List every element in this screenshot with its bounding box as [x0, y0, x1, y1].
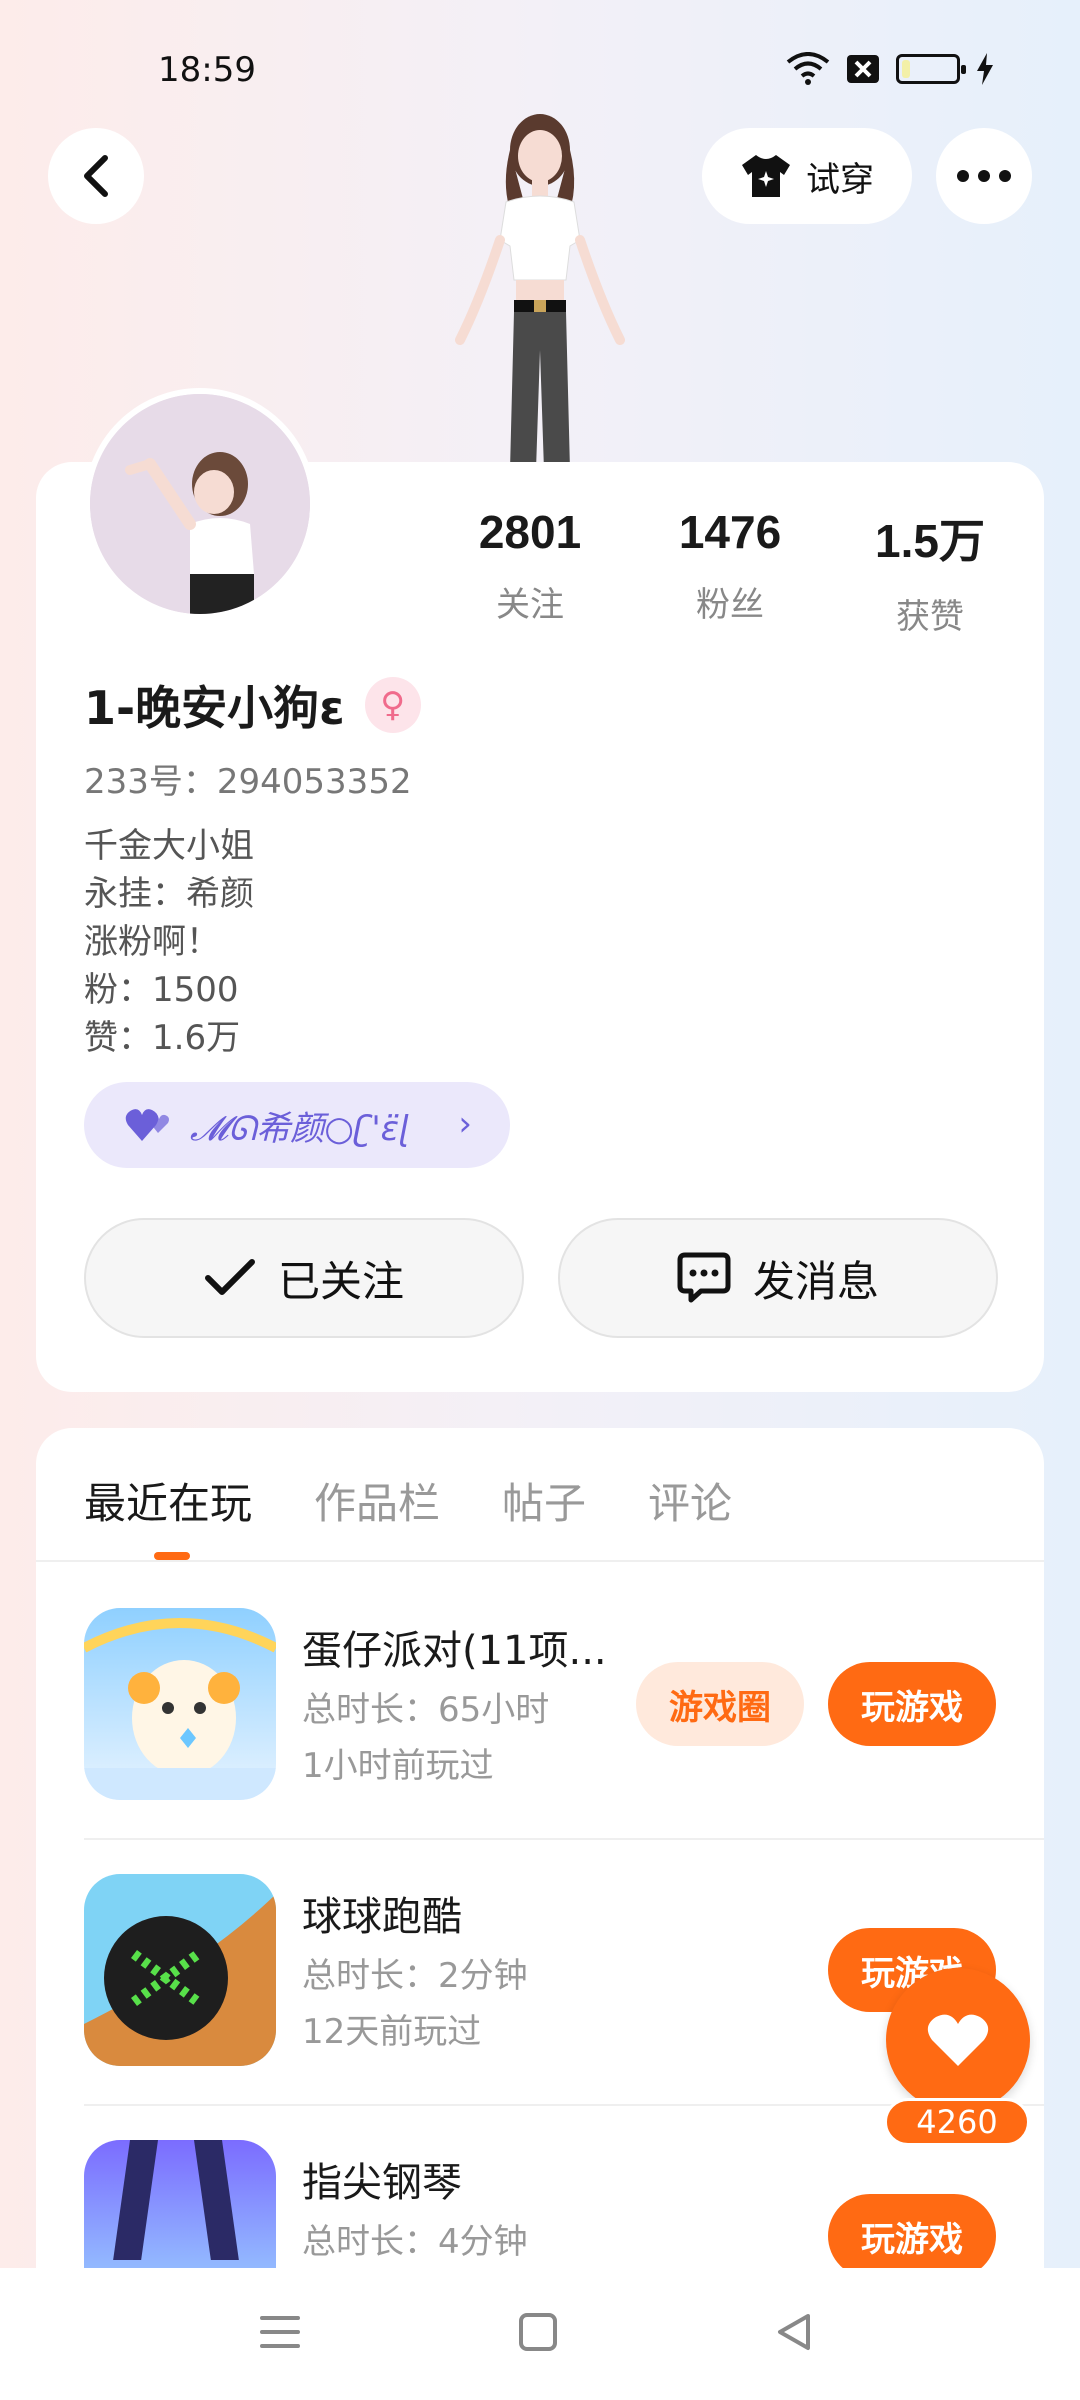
game-title: 球球跑酷 — [302, 1894, 462, 1940]
row-divider — [84, 1838, 1044, 1840]
tab-posts[interactable]: 帖子 — [502, 1470, 586, 1531]
status-time: 18:59 — [158, 50, 256, 90]
heart-pair-icon — [125, 1109, 169, 1141]
try-on-label: 试穿 — [806, 159, 874, 200]
battery-icon — [896, 54, 966, 84]
stat-label: 粉丝 — [696, 585, 764, 625]
chevron-right-icon: › — [458, 1104, 472, 1144]
status-icons — [786, 52, 994, 86]
follow-button-label: 已关注 — [277, 1256, 404, 1306]
home-square-icon[interactable] — [518, 2312, 558, 2352]
bio-line: 千金大小姐 — [84, 826, 254, 866]
game-duration: 总时长：65小时 — [302, 1690, 550, 1730]
tab-divider — [36, 1560, 1044, 1562]
profile-stats: 2801 关注 1476 粉丝 1.5万 获赞 — [440, 505, 1020, 638]
stat-value: 2801 — [478, 506, 582, 558]
check-icon — [204, 1259, 255, 1295]
active-tab-indicator — [154, 1552, 190, 1560]
username-row: 1-晚安小狗ε ♀ — [84, 672, 421, 738]
avatar[interactable] — [84, 388, 316, 620]
game-icon-finger-piano[interactable] — [84, 2140, 276, 2268]
tab-works[interactable]: 作品栏 — [314, 1470, 440, 1531]
bio-line: 涨粉啊！ — [84, 922, 220, 962]
stat-value: 1476 — [678, 506, 782, 558]
wifi-icon — [786, 52, 830, 85]
back-arrow-icon — [84, 155, 108, 197]
message-button-label: 发消息 — [752, 1256, 879, 1306]
follow-button[interactable]: 已关注 — [84, 1218, 524, 1338]
charging-icon — [977, 53, 993, 85]
game-title: 蛋仔派对(11项... — [302, 1628, 607, 1674]
stat-label: 关注 — [496, 585, 564, 625]
couple-tag-text: 𝓜ᘏ希颜○ʗ'ε̈ɭ — [190, 1108, 409, 1149]
heart-icon — [927, 2014, 989, 2066]
message-button[interactable]: 发消息 — [558, 1218, 998, 1338]
female-gender-icon: ♀ — [364, 677, 421, 733]
stat-likes[interactable]: 1.5万 获赞 — [840, 505, 1020, 638]
user-id[interactable]: 233号：294053352 — [84, 754, 412, 803]
stat-followers[interactable]: 1476 粉丝 — [640, 505, 820, 638]
game-row[interactable]: 蛋仔派对(11项... 总时长：65小时 1小时前玩过 游戏圈 玩游戏 — [84, 1578, 1044, 1844]
stat-value: 1.5万 — [875, 515, 985, 567]
like-count: 4260 — [884, 2098, 1030, 2146]
tab-recent-played[interactable]: 最近在玩 — [84, 1470, 252, 1531]
bio-line: 赞：1.6万 — [84, 1018, 241, 1058]
avatar-image — [90, 394, 310, 614]
game-circle-button[interactable]: 游戏圈 — [636, 1662, 804, 1746]
back-button[interactable] — [48, 128, 144, 224]
bio-line: 粉：1500 — [84, 970, 239, 1010]
more-options-button[interactable] — [936, 128, 1032, 224]
back-triangle-icon[interactable] — [774, 2312, 814, 2352]
sim-icon — [847, 55, 879, 83]
game-duration: 总时长：4分钟 — [302, 2222, 528, 2262]
game-last-played: 12天前玩过 — [302, 2012, 482, 2052]
menu-icon[interactable] — [258, 2312, 302, 2352]
game-icon-egg-party[interactable] — [84, 1608, 276, 1800]
tab-comments[interactable]: 评论 — [648, 1470, 732, 1531]
chat-bubble-icon — [677, 1252, 731, 1303]
content-card: 最近在玩 作品栏 帖子 评论 蛋仔派对(11项... 总时长：65小时 1小时前… — [36, 1428, 1044, 2268]
tshirt-icon — [742, 155, 790, 197]
username: 1-晚安小狗ε — [84, 681, 345, 735]
avatar-3d-character — [455, 114, 625, 470]
game-title: 指尖钢琴 — [302, 2160, 462, 2206]
battery-level-fill — [902, 60, 910, 78]
bio: 千金大小姐 永挂：希颜 涨粉啊！ 粉：1500 赞：1.6万 — [84, 822, 254, 1062]
like-floating-button[interactable] — [886, 1968, 1030, 2112]
couple-tag-chip[interactable]: 𝓜ᘏ希颜○ʗ'ε̈ɭ › — [84, 1082, 510, 1168]
game-duration: 总时长：2分钟 — [302, 1956, 528, 1996]
bio-line: 永挂：希颜 — [84, 874, 254, 914]
stat-label: 获赞 — [896, 597, 964, 637]
more-dots-icon — [957, 170, 1011, 182]
content-tabs: 最近在玩 作品栏 帖子 评论 — [84, 1470, 732, 1531]
stat-following[interactable]: 2801 关注 — [440, 505, 620, 638]
try-on-button[interactable]: 试穿 — [702, 128, 912, 224]
play-game-button[interactable]: 玩游戏 — [828, 1662, 996, 1746]
game-icon-ball-run[interactable] — [84, 1874, 276, 2066]
play-game-button[interactable]: 玩游戏 — [828, 2194, 996, 2268]
system-nav-bar — [0, 2268, 1080, 2400]
game-last-played: 1小时前玩过 — [302, 1746, 494, 1786]
